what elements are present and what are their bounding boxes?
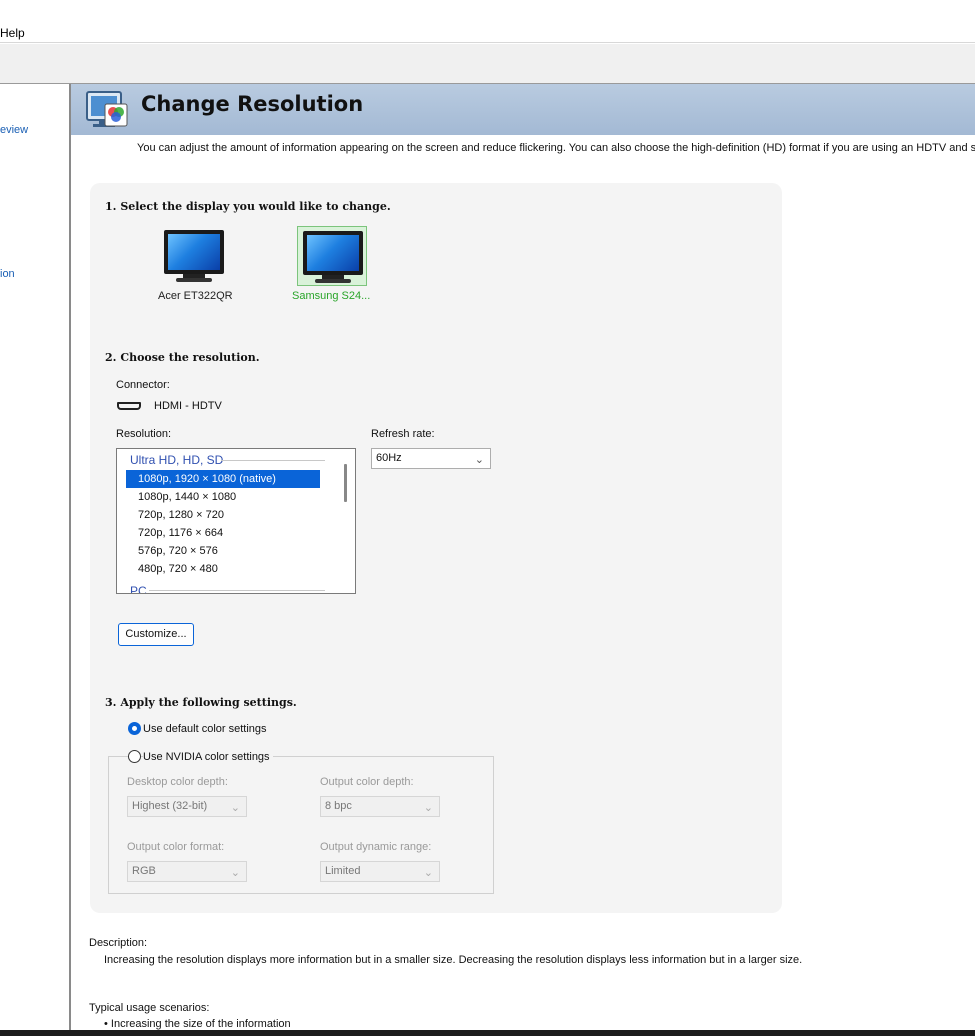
desktop-depth-label: Desktop color depth: [127, 776, 228, 788]
chevron-down-icon: ⌄ [423, 867, 433, 879]
resolution-group-header: Ultra HD, HD, SD [130, 453, 224, 467]
listbox-scrollbar[interactable] [344, 464, 347, 502]
taskbar-edge [0, 1030, 975, 1036]
chevron-down-icon: ⌄ [474, 454, 484, 466]
sidebar-item-resolution[interactable]: ion [0, 268, 15, 280]
sidebar-item-preview[interactable]: eview [0, 124, 28, 136]
description-title: Description: [89, 937, 148, 949]
chevron-down-icon: ⌄ [230, 802, 240, 814]
connector-label: Connector: [116, 379, 170, 391]
usage-item: • Increasing the size of the information [104, 1018, 291, 1030]
resolution-listbox[interactable]: Ultra HD, HD, SD 1080p, 1920 × 1080 (nat… [116, 448, 356, 594]
refresh-rate-label: Refresh rate: [371, 428, 435, 440]
resolution-option[interactable]: 720p, 1176 × 664 [126, 524, 320, 542]
usage-title: Typical usage scenarios: [89, 1002, 210, 1014]
hdmi-icon [117, 402, 141, 410]
output-depth-dropdown[interactable]: 8 bpc ⌄ [320, 796, 440, 817]
output-format-dropdown[interactable]: RGB ⌄ [127, 861, 247, 882]
description-text: Increasing the resolution displays more … [104, 954, 803, 966]
menu-bar: Help [0, 0, 975, 43]
dynamic-range-dropdown[interactable]: Limited ⌄ [320, 861, 440, 882]
dynamic-range-value: Limited [325, 865, 361, 877]
page-header: Change Resolution [71, 84, 975, 135]
default-color-label: Use default color settings [143, 723, 267, 735]
refresh-rate-value: 60Hz [376, 452, 402, 464]
dynamic-range-label: Output dynamic range: [320, 841, 432, 853]
desktop-depth-value: Highest (32-bit) [132, 800, 208, 812]
nvidia-color-radio[interactable] [128, 750, 141, 763]
step2-heading: 2. Choose the resolution. [105, 351, 260, 364]
resolution-label: Resolution: [116, 428, 172, 440]
customize-button[interactable]: Customize... [118, 623, 194, 646]
output-depth-label: Output color depth: [320, 776, 414, 788]
display-label-samsung: Samsung S24... [292, 290, 371, 302]
nvidia-color-label: Use NVIDIA color settings [143, 751, 273, 763]
resolution-option[interactable]: 1080p, 1440 × 1080 [126, 488, 320, 506]
toolbar [0, 44, 975, 84]
display-acer[interactable] [159, 226, 229, 286]
chevron-down-icon: ⌄ [230, 867, 240, 879]
desktop-depth-dropdown[interactable]: Highest (32-bit) ⌄ [127, 796, 247, 817]
step1-heading: 1. Select the display you would like to … [105, 200, 391, 213]
group-divider [221, 460, 325, 461]
step3-heading: 3. Apply the following settings. [105, 696, 297, 709]
menu-help[interactable]: Help [0, 26, 25, 40]
default-color-radio[interactable] [128, 722, 141, 735]
settings-panel: 1. Select the display you would like to … [90, 183, 782, 913]
main-content: Change Resolution You can adjust the amo… [71, 84, 975, 1030]
refresh-rate-dropdown[interactable]: 60Hz ⌄ [371, 448, 491, 469]
output-depth-value: 8 bpc [325, 800, 352, 812]
monitor-icon [303, 231, 363, 275]
output-format-value: RGB [132, 865, 156, 877]
group-divider [149, 590, 325, 591]
resolution-group-header: PC [130, 584, 147, 594]
sidebar: eview ion [0, 84, 71, 1030]
page-title: Change Resolution [141, 92, 364, 116]
display-label-acer: Acer ET322QR [158, 290, 233, 302]
output-format-label: Output color format: [127, 841, 225, 853]
resolution-option[interactable]: 1080p, 1920 × 1080 (native) [126, 470, 320, 488]
resolution-option[interactable]: 720p, 1280 × 720 [126, 506, 320, 524]
display-settings-icon [86, 91, 128, 127]
monitor-icon [164, 230, 224, 274]
connector-value: HDMI - HDTV [154, 400, 222, 412]
resolution-option[interactable]: 576p, 720 × 576 [126, 542, 320, 560]
page-description: You can adjust the amount of information… [137, 142, 975, 154]
resolution-option[interactable]: 480p, 720 × 480 [126, 560, 320, 578]
chevron-down-icon: ⌄ [423, 802, 433, 814]
display-samsung[interactable] [297, 226, 367, 286]
